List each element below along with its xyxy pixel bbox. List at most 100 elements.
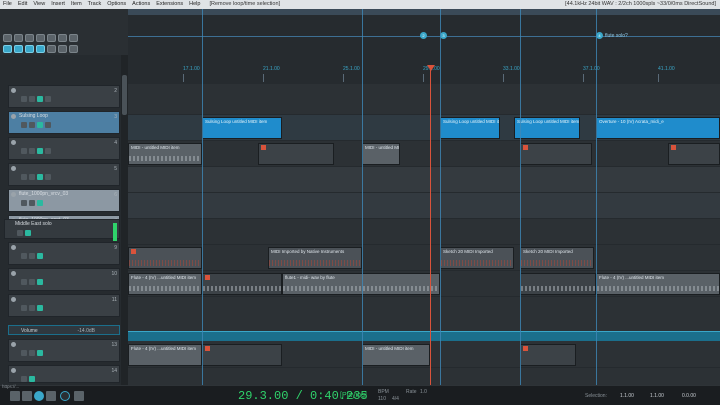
- trim-behind-icon[interactable]: [69, 45, 78, 53]
- track-lane[interactable]: Flute - 4 (IV) ...untitled MIDI item flu…: [128, 271, 720, 297]
- mute-button[interactable]: [21, 122, 27, 128]
- fx-button[interactable]: [37, 200, 43, 206]
- midi-item[interactable]: Sulsing Loop untitled MIDI item: [202, 117, 282, 139]
- track-panel-6[interactable]: flute_1000pn_vrcv_03 6: [8, 189, 120, 212]
- solo-button[interactable]: [29, 253, 35, 259]
- menu-help[interactable]: Help: [186, 0, 203, 9]
- record-arm-icon[interactable]: [11, 271, 16, 276]
- stop-icon[interactable]: [22, 391, 32, 401]
- snap-toggle-icon[interactable]: [14, 45, 23, 53]
- ripple-edit-icon[interactable]: [25, 45, 34, 53]
- selection-length[interactable]: 0.0.00: [682, 393, 696, 399]
- midi-item[interactable]: [202, 344, 282, 366]
- audio-item[interactable]: Sketch 20 MIDI Imported: [440, 247, 514, 269]
- track-lane[interactable]: MIDI - untitled MIDI item MIDI - untitle…: [128, 141, 720, 167]
- grid-toggle-icon[interactable]: [3, 45, 12, 53]
- record-arm-icon[interactable]: [11, 297, 16, 302]
- track-panel-2[interactable]: 2: [8, 85, 120, 108]
- track-panel-10[interactable]: 10: [8, 268, 120, 291]
- mute-button[interactable]: [21, 350, 27, 356]
- record-arm-icon[interactable]: [11, 342, 16, 347]
- midi-item[interactable]: [520, 344, 576, 366]
- solo-button[interactable]: [29, 96, 35, 102]
- time-signature[interactable]: 4/4: [392, 396, 399, 402]
- crossfade-icon[interactable]: [58, 45, 67, 53]
- track-name[interactable]: Middle East solo: [15, 221, 52, 227]
- midi-item[interactable]: MIDI - untitled MIDI item: [362, 344, 430, 366]
- io-button[interactable]: [45, 174, 51, 180]
- envelope-lock-icon[interactable]: [47, 45, 56, 53]
- menu-item[interactable]: Item: [68, 0, 85, 9]
- record-icon[interactable]: [74, 391, 84, 401]
- new-project-icon[interactable]: [3, 34, 12, 42]
- mute-button[interactable]: [21, 253, 27, 259]
- fx-button[interactable]: [37, 174, 43, 180]
- solo-button[interactable]: [29, 200, 35, 206]
- midi-item[interactable]: Sulsing Loop untitled MIDI item: [514, 117, 580, 139]
- record-arm-icon[interactable]: [11, 140, 16, 145]
- mute-button[interactable]: [21, 174, 27, 180]
- mute-button[interactable]: [21, 148, 27, 154]
- track-panel-4[interactable]: 4: [8, 137, 120, 160]
- menu-edit[interactable]: Edit: [15, 0, 30, 9]
- mute-button[interactable]: [17, 230, 23, 236]
- audio-item[interactable]: [128, 247, 202, 269]
- track-lane[interactable]: [128, 167, 720, 193]
- fx-button[interactable]: [37, 279, 43, 285]
- solo-button[interactable]: [29, 122, 35, 128]
- audio-item[interactable]: MIDI Imported by Native Instruments: [268, 247, 362, 269]
- midi-item[interactable]: [668, 143, 720, 165]
- menu-track[interactable]: Track: [85, 0, 105, 9]
- menu-options[interactable]: Options: [104, 0, 129, 9]
- selection-end[interactable]: 1.1.00: [650, 393, 664, 399]
- marker-4[interactable]: 4: [596, 32, 603, 39]
- mute-button[interactable]: [21, 305, 27, 311]
- volume-automation-lane[interactable]: [128, 331, 720, 341]
- record-arm-icon[interactable]: [11, 368, 16, 373]
- midi-item[interactable]: flute1 - midi- wav by flute: [282, 273, 440, 295]
- midi-item[interactable]: Flute - 4 (IV) ...untitled MIDI item: [128, 344, 202, 366]
- track-lane[interactable]: [128, 219, 720, 245]
- track-panel-11[interactable]: 11: [8, 294, 120, 317]
- track-lane[interactable]: MIDI Imported by Native Instruments Sket…: [128, 245, 720, 271]
- metronome-icon[interactable]: [69, 34, 78, 42]
- track-panel-14[interactable]: 14: [8, 365, 120, 383]
- marker-3[interactable]: 3: [440, 32, 447, 39]
- io-button[interactable]: [45, 148, 51, 154]
- solo-button[interactable]: [29, 174, 35, 180]
- arrange-view[interactable]: 2 3 4 flute solo? 17.1.00 21.1.00 25.1.0…: [128, 9, 720, 385]
- mute-button[interactable]: [21, 200, 27, 206]
- midi-item[interactable]: Flute - 4 (IV) ...untitled MIDI item: [596, 273, 720, 295]
- record-arm-icon[interactable]: [11, 114, 16, 119]
- fx-button[interactable]: [37, 96, 43, 102]
- midi-item[interactable]: [520, 143, 592, 165]
- midi-item[interactable]: Overture - 10 (IV) Acrata_midi_e: [596, 117, 720, 139]
- save-project-icon[interactable]: [25, 34, 34, 42]
- audio-status[interactable]: [44.1kHz 24bit WAV : 2/2ch 1000spls ~33/…: [565, 0, 716, 9]
- midi-item[interactable]: Flute - 4 (IV) ...untitled MIDI item: [128, 273, 202, 295]
- bpm-value[interactable]: 110: [378, 396, 386, 402]
- record-arm-icon[interactable]: [11, 192, 16, 197]
- repeat-icon[interactable]: [60, 391, 70, 401]
- track-lane[interactable]: [128, 193, 720, 219]
- track-panel-3[interactable]: Sulsing Loop 3: [8, 111, 120, 134]
- marker-2[interactable]: 2: [420, 32, 427, 39]
- mute-button[interactable]: [21, 376, 27, 382]
- fx-button[interactable]: [25, 230, 31, 236]
- fx-button[interactable]: [29, 376, 35, 382]
- midi-item[interactable]: Sulsing Loop untitled MIDI item: [440, 117, 500, 139]
- solo-button[interactable]: [29, 305, 35, 311]
- midi-item[interactable]: MIDI - untitled MIDI item: [128, 143, 202, 165]
- play-cursor-head[interactable]: [427, 65, 435, 71]
- volume-envelope-lane[interactable]: Volume -14.0dB: [8, 325, 120, 335]
- track-lane[interactable]: Sulsing Loop untitled MIDI item Sulsing …: [128, 115, 720, 141]
- item-grouping-icon[interactable]: [36, 45, 45, 53]
- play-icon[interactable]: [34, 391, 44, 401]
- scrollbar-thumb[interactable]: [122, 75, 127, 115]
- menu-file[interactable]: File: [0, 0, 15, 9]
- go-to-start-icon[interactable]: [10, 391, 20, 401]
- tcp-scrollbar[interactable]: [121, 55, 128, 385]
- midi-item[interactable]: [258, 143, 334, 165]
- fx-button[interactable]: [37, 253, 43, 259]
- track-panel-13[interactable]: 13: [8, 339, 120, 362]
